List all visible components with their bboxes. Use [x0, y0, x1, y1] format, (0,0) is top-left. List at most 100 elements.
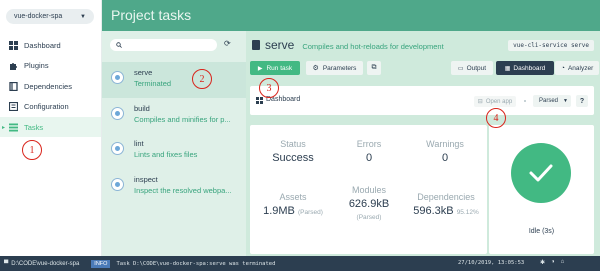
sidebar-item-configuration[interactable]: Configuration	[0, 97, 101, 117]
settings-icon	[8, 102, 18, 112]
annotation-marker: 3	[259, 78, 279, 98]
open-app-label: Open app	[485, 98, 513, 105]
help-icon: ?	[579, 97, 585, 105]
run-task-label: Run task	[266, 64, 293, 72]
task-detail-description: Compiles and hot-reloads for development	[302, 42, 444, 51]
success-check-icon	[511, 143, 571, 203]
task-name: inspect	[134, 175, 158, 184]
output-tab[interactable]: ▭ Output	[451, 61, 493, 75]
analyzer-tab[interactable]: ◔ Analyzer	[555, 61, 599, 75]
list-icon	[8, 122, 18, 132]
task-status-icon	[111, 71, 124, 84]
stat-assets: Assets 1.9MB (Parsed)	[258, 192, 328, 217]
stat-modules: Modules 626.9kB (Parsed)	[334, 185, 404, 221]
folder-icon: ▀	[4, 260, 9, 267]
separator-dot	[524, 100, 526, 102]
stat-label: Dependencies	[417, 192, 475, 202]
active-marker-icon: ▸	[2, 124, 6, 131]
stat-warnings: Warnings 0	[410, 139, 480, 164]
gear-icon: ⚙	[312, 65, 319, 72]
stat-sub: 95.12%	[456, 209, 479, 216]
parameters-button[interactable]: ⚙ Parameters	[306, 61, 363, 75]
task-title-row: serve Compiles and hot-reloads for devel…	[252, 38, 444, 52]
task-item-lint[interactable]: lint Lints and fixes files	[102, 133, 246, 169]
annotation-marker: 2	[192, 69, 212, 89]
size-mode-select[interactable]: Parsed ▼	[533, 95, 571, 107]
search-icon	[116, 42, 122, 48]
task-description: Inspect the resolved webpa...	[134, 186, 232, 195]
sidebar-item-plugins[interactable]: Plugins	[0, 56, 101, 76]
page-header: Project tasks	[102, 0, 600, 31]
task-description: Terminated	[134, 79, 172, 88]
idle-status: Idle (3s)	[528, 228, 555, 235]
task-item-inspect[interactable]: inspect Inspect the resolved webpa...	[102, 169, 246, 205]
task-name: lint	[134, 139, 144, 148]
open-app-icon: ⊟	[477, 99, 483, 105]
chevron-down-icon: ▼	[80, 13, 86, 20]
play-icon: ▶	[257, 65, 263, 72]
stat-dependencies: Dependencies 596.3kB 95.12%	[406, 192, 486, 217]
task-list: ⟳ serve Terminated build Compiles and mi…	[102, 31, 246, 256]
stat-status: Status Success	[258, 139, 328, 164]
sidebar: vue-docker-spa ▼ Dashboard Plugins Depen…	[0, 0, 102, 256]
run-task-button[interactable]: ▶ Run task	[250, 61, 300, 75]
locale-icon[interactable]: ◑	[551, 259, 555, 266]
status-bar: ▀ D:\CODE\vue-docker-spa INFO Task D:\CO…	[0, 256, 600, 271]
sidebar-item-dependencies[interactable]: Dependencies	[0, 76, 101, 96]
sidebar-item-label: Dependencies	[24, 81, 72, 91]
refresh-icon[interactable]: ⟳	[224, 39, 231, 48]
sidebar-item-label: Dashboard	[24, 40, 61, 50]
sidebar-nav: Dashboard Plugins Dependencies Configura…	[0, 35, 101, 138]
project-selector[interactable]: vue-docker-spa ▼	[6, 9, 94, 24]
dashboard-tab-label: Dashboard	[513, 64, 546, 72]
dashboard-bar: Dashboard ⊟ Open app Parsed ▼ ?	[250, 86, 594, 115]
stat-value: 1.9MB (Parsed)	[263, 205, 323, 217]
stat-value: 0	[365, 152, 373, 164]
sidebar-item-label: Configuration	[24, 102, 69, 111]
project-name: vue-docker-spa	[14, 13, 63, 20]
task-description: Compiles and minifies for p...	[134, 115, 231, 124]
stat-sub: (Parsed)	[297, 209, 323, 216]
stat-label: Errors	[356, 139, 382, 149]
task-item-build[interactable]: build Compiles and minifies for p...	[102, 98, 246, 134]
info-badge: INFO	[91, 259, 111, 268]
output-label: Output	[466, 64, 487, 72]
puzzle-icon	[8, 61, 18, 71]
task-item-serve[interactable]: serve Terminated	[102, 62, 246, 98]
external-link-icon: ⧉	[371, 64, 377, 71]
task-detail-panel: serve Compiles and hot-reloads for devel…	[246, 31, 600, 256]
open-external-button[interactable]: ⧉	[367, 61, 381, 75]
sidebar-item-dashboard[interactable]: Dashboard	[0, 35, 101, 55]
annotation-marker: 1	[22, 140, 42, 160]
task-name: build	[134, 104, 150, 113]
annotation-marker: 4	[486, 108, 506, 128]
stat-label: Status	[280, 139, 306, 149]
size-mode-value: Parsed	[539, 98, 559, 104]
sidebar-item-tasks[interactable]: ▸ Tasks	[0, 117, 101, 137]
stat-label: Assets	[279, 192, 307, 202]
grid-icon	[256, 97, 263, 104]
status-time: 27/10/2019, 13:05:53	[458, 260, 525, 266]
stat-sub: (Parsed)	[356, 214, 382, 221]
book-icon	[8, 81, 18, 91]
stat-label: Modules	[351, 185, 387, 195]
status-path[interactable]: D:\CODE\vue-docker-spa	[11, 261, 79, 267]
task-status-icon	[111, 142, 124, 155]
help-button[interactable]: ?	[576, 95, 588, 107]
task-status-icon	[111, 107, 124, 120]
dashboard-tab[interactable]: ▦ Dashboard	[496, 61, 554, 75]
task-command: vue-cli-service serve	[508, 40, 594, 51]
bug-icon[interactable]: ✱	[540, 259, 545, 266]
stats-card: Status Success Errors 0 Warnings 0 Asset…	[250, 125, 487, 254]
stat-errors: Errors 0	[334, 139, 404, 164]
search-input[interactable]	[110, 39, 217, 51]
open-app-button[interactable]: ⊟ Open app	[474, 96, 516, 107]
status-message[interactable]: Task D:\CODE\vue-docker-spa:serve was te…	[116, 261, 275, 267]
status-icons: ✱ ◑ ⌂	[540, 259, 564, 266]
analyzer-label: Analyzer	[567, 64, 594, 72]
task-inspect-icon	[111, 178, 124, 191]
home-icon[interactable]: ⌂	[561, 259, 565, 266]
stat-value: 596.3kB 95.12%	[413, 205, 479, 217]
status-card: Idle (3s)	[489, 125, 594, 254]
analyzer-icon: ◔	[560, 64, 565, 72]
